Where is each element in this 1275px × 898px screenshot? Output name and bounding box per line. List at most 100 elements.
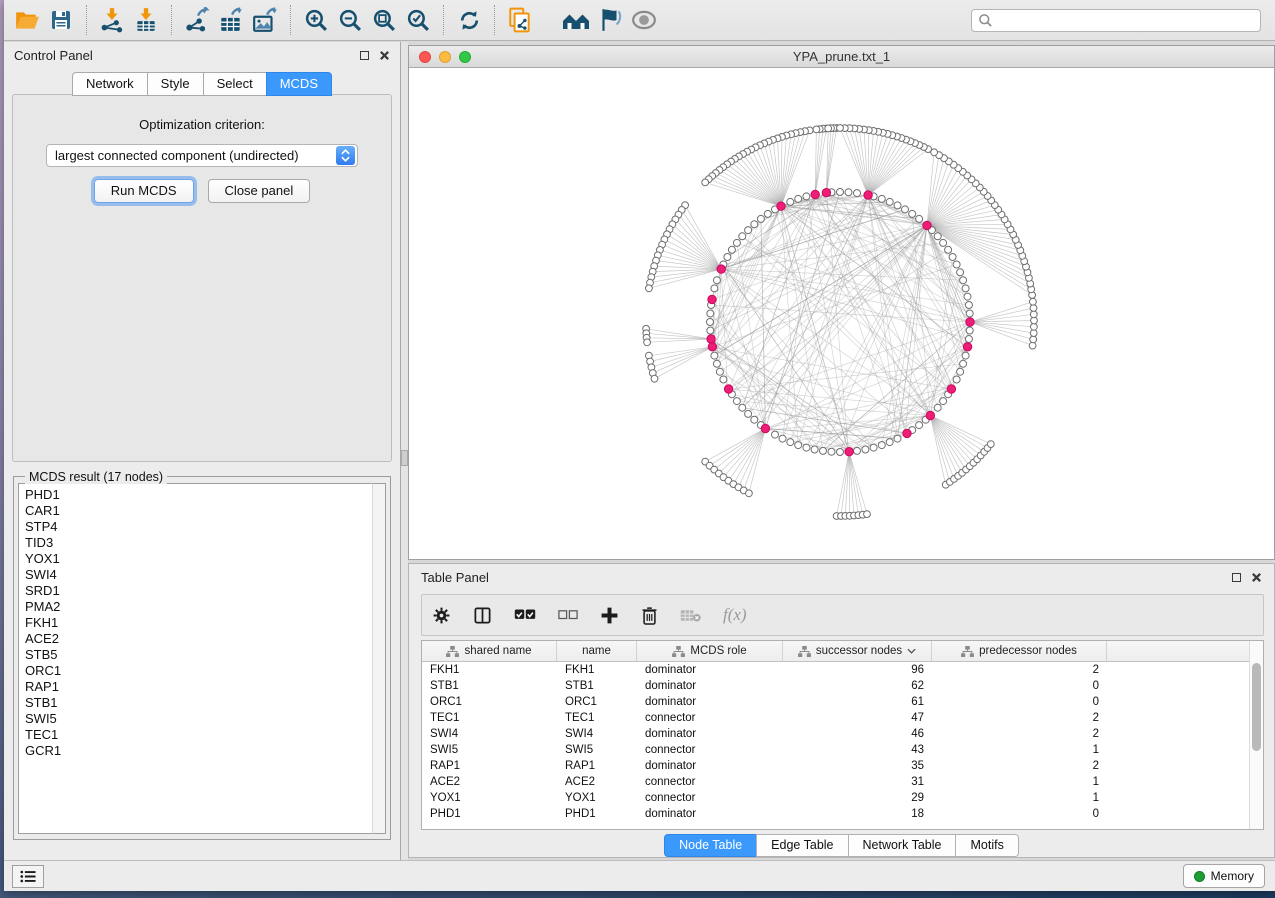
table-cell: SWI4	[422, 726, 557, 742]
show-all-button[interactable]	[629, 4, 659, 36]
mcds-result-item[interactable]: CAR1	[25, 503, 366, 519]
deselect-all-icon[interactable]	[558, 608, 578, 622]
column-header-successor-nodes[interactable]: successor nodes	[783, 641, 932, 661]
table-cell: STB1	[422, 678, 557, 694]
mcds-result-item[interactable]: SWI4	[25, 567, 366, 583]
optimization-criterion-select[interactable]: largest connected component (undirected)	[46, 144, 358, 167]
memory-button[interactable]: Memory	[1183, 864, 1265, 888]
mcds-result-item[interactable]: STB5	[25, 647, 366, 663]
splitter-handle[interactable]	[401, 450, 408, 466]
tab-mcds[interactable]: MCDS	[266, 72, 332, 96]
node-table-body: FKH1FKH1dominator962STB1STB1dominator620…	[422, 662, 1263, 822]
mcds-result-item[interactable]: STP4	[25, 519, 366, 535]
memory-label: Memory	[1211, 869, 1254, 883]
table-panel-titlebar: Table Panel	[409, 564, 1274, 590]
clone-network-icon	[507, 7, 533, 33]
hierarchy-icon	[672, 646, 685, 657]
tab-node-table[interactable]: Node Table	[664, 834, 756, 857]
first-neighbors-button[interactable]	[561, 4, 591, 36]
apply-layout-button[interactable]	[454, 4, 484, 36]
tab-network[interactable]: Network	[72, 72, 147, 96]
zoom-in-button[interactable]	[301, 4, 331, 36]
hide-selected-button[interactable]	[595, 4, 625, 36]
table-row[interactable]: PHD1PHD1dominator180	[422, 806, 1263, 822]
close-window-icon[interactable]	[419, 51, 431, 63]
mcds-result-item[interactable]: ACE2	[25, 631, 366, 647]
save-session-button[interactable]	[46, 4, 76, 36]
close-table-panel-icon[interactable]	[1251, 572, 1262, 583]
zoom-out-button[interactable]	[335, 4, 365, 36]
table-row[interactable]: STB1STB1dominator620	[422, 678, 1263, 694]
float-table-panel-icon[interactable]	[1232, 573, 1241, 582]
mcds-result-group: MCDS result (17 nodes) PHD1CAR1STP4TID3Y…	[13, 470, 391, 840]
mcds-result-item[interactable]: STB1	[25, 695, 366, 711]
task-history-button[interactable]	[12, 865, 44, 888]
network-titlebar[interactable]: YPA_prune.txt_1	[409, 46, 1274, 68]
mcds-result-item[interactable]: YOX1	[25, 551, 366, 567]
zoom-fit-button[interactable]	[369, 4, 399, 36]
search-input[interactable]	[971, 9, 1261, 32]
gear-icon[interactable]	[432, 606, 451, 625]
tab-motifs[interactable]: Motifs	[955, 834, 1018, 857]
table-row[interactable]: RAP1RAP1dominator352	[422, 758, 1263, 774]
close-panel-button[interactable]: Close panel	[208, 179, 311, 203]
table-scrollbar-thumb[interactable]	[1252, 663, 1261, 751]
panel-splitter[interactable]	[401, 42, 408, 860]
tab-network-table[interactable]: Network Table	[848, 834, 956, 857]
mcds-result-item[interactable]: FKH1	[25, 615, 366, 631]
table-cell: ORC1	[422, 694, 557, 710]
table-row[interactable]: ACE2ACE2connector311	[422, 774, 1263, 790]
table-cell: ACE2	[422, 774, 557, 790]
mcds-list-scrollbar[interactable]	[372, 483, 386, 834]
table-vertical-scrollbar[interactable]	[1249, 641, 1263, 829]
table-row[interactable]: SWI4SWI4dominator462	[422, 726, 1263, 742]
mcds-result-item[interactable]: RAP1	[25, 679, 366, 695]
table-cell: STB1	[557, 678, 637, 694]
mcds-result-item[interactable]: GCR1	[25, 743, 366, 759]
table-panel-title: Table Panel	[421, 570, 489, 585]
table-panel-tabs: Node Table Edge Table Network Table Moti…	[409, 834, 1274, 857]
table-cell: 2	[932, 726, 1107, 742]
column-header-mcds-role[interactable]: MCDS role	[637, 641, 783, 661]
minimize-window-icon[interactable]	[439, 51, 451, 63]
tab-edge-table[interactable]: Edge Table	[756, 834, 847, 857]
column-header-name[interactable]: name	[557, 641, 637, 661]
export-table-button[interactable]	[216, 4, 246, 36]
table-row[interactable]: SWI5SWI5connector431	[422, 742, 1263, 758]
tab-select[interactable]: Select	[203, 72, 266, 96]
export-network-button[interactable]	[182, 4, 212, 36]
clone-network-button[interactable]	[505, 4, 535, 36]
export-image-button[interactable]	[250, 4, 280, 36]
add-column-icon[interactable]	[600, 606, 619, 625]
table-cell: 2	[932, 662, 1107, 678]
zoom-selected-button[interactable]	[403, 4, 433, 36]
column-header-shared-name[interactable]: shared name	[422, 641, 557, 661]
open-file-button[interactable]	[12, 4, 42, 36]
table-row[interactable]: ORC1ORC1dominator610	[422, 694, 1263, 710]
mcds-result-item[interactable]: PMA2	[25, 599, 366, 615]
mcds-result-item[interactable]: ORC1	[25, 663, 366, 679]
float-panel-icon[interactable]	[360, 51, 369, 60]
delete-icon[interactable]	[641, 606, 658, 625]
import-network-button[interactable]	[97, 4, 127, 36]
network-canvas[interactable]	[409, 68, 1274, 559]
mcds-result-item[interactable]: SRD1	[25, 583, 366, 599]
import-table-button[interactable]	[131, 4, 161, 36]
table-row[interactable]: YOX1YOX1connector291	[422, 790, 1263, 806]
table-row[interactable]: FKH1FKH1dominator962	[422, 662, 1263, 678]
split-columns-icon[interactable]	[473, 606, 492, 625]
mcds-result-item[interactable]: TID3	[25, 535, 366, 551]
maximize-window-icon[interactable]	[459, 51, 471, 63]
table-row[interactable]: TEC1TEC1connector472	[422, 710, 1263, 726]
criterion-selected-value: largest connected component (undirected)	[47, 148, 336, 163]
tab-style[interactable]: Style	[147, 72, 203, 96]
close-panel-icon[interactable]	[379, 50, 390, 61]
column-header-predecessor-nodes[interactable]: predecessor nodes	[932, 641, 1107, 661]
mcds-result-item[interactable]: TEC1	[25, 727, 366, 743]
mcds-tab-content: Optimization criterion: largest connecte…	[12, 94, 392, 462]
table-cell: connector	[637, 742, 783, 758]
mcds-result-item[interactable]: SWI5	[25, 711, 366, 727]
select-all-icon[interactable]	[514, 607, 536, 623]
mcds-result-item[interactable]: PHD1	[25, 487, 366, 503]
run-mcds-button[interactable]: Run MCDS	[94, 179, 194, 203]
